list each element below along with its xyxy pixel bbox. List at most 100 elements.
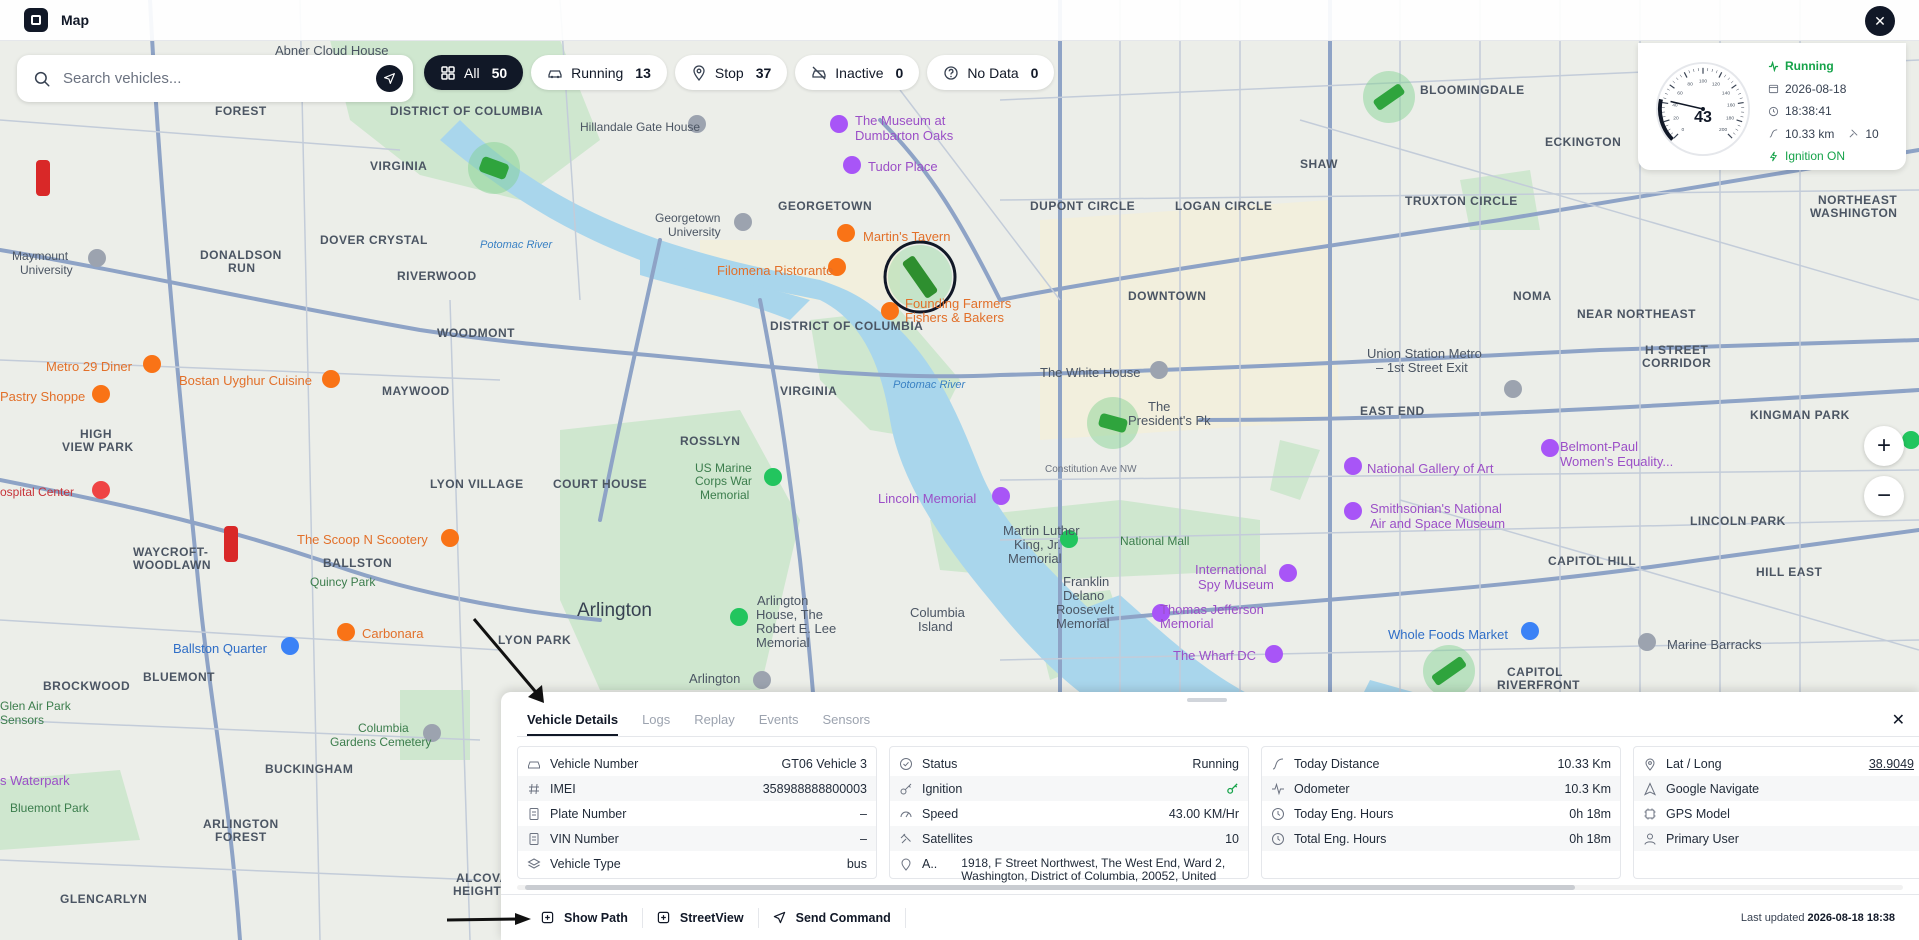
activity-icon <box>1272 782 1284 795</box>
panel-tabs: Vehicle Details Logs Replay Events Senso… <box>527 712 870 736</box>
horizontal-scrollbar[interactable] <box>517 885 1903 890</box>
lat-long-link[interactable]: 38.9049 <box>1869 757 1914 771</box>
question-icon <box>944 65 958 80</box>
document-icon <box>529 832 539 845</box>
show-path-label: Show Path <box>564 910 628 925</box>
tab-sensors[interactable]: Sensors <box>822 712 870 736</box>
lightning-icon <box>1769 151 1778 162</box>
plus-icon: + <box>1876 432 1891 459</box>
detail-key: VIN Number <box>550 831 619 846</box>
vehicle-search-box <box>17 55 413 102</box>
detail-key: GPS Model <box>1666 806 1730 821</box>
status-card: Status Running Ignition Speed 43.00 KM/Hr … <box>889 746 1249 883</box>
distance-satellite-row: 10.33 km 10 <box>1768 123 1879 146</box>
calendar-icon <box>1768 85 1779 94</box>
panel-footer: Show Path StreetView Send Command Last u… <box>501 894 1919 940</box>
detail-value: – <box>860 831 867 846</box>
filter-chip-stop[interactable]: Stop 37 <box>674 55 788 90</box>
detail-key: Lat / Long <box>1666 756 1722 771</box>
last-updated-label: Last updated <box>1740 911 1805 924</box>
detail-key: Vehicle Type <box>550 856 621 871</box>
check-circle-icon <box>900 757 912 770</box>
show-path-button[interactable]: Show Path <box>541 907 643 928</box>
status-row: Running <box>1768 55 1879 78</box>
time-row: 18:38:41 <box>1768 100 1879 123</box>
distance-text: 10.33 km <box>1785 126 1835 141</box>
tab-logs[interactable]: Logs <box>642 712 670 736</box>
filter-label: All <box>464 64 480 81</box>
detail-row: IMEI 358988888800003 <box>518 776 876 801</box>
send-icon <box>773 911 785 924</box>
speed-value: 43 <box>1694 109 1712 126</box>
search-input[interactable] <box>63 70 376 87</box>
detail-key: Satellites <box>922 831 973 846</box>
hash-icon <box>529 783 539 794</box>
gauge-tick-label: 120 <box>1712 82 1720 88</box>
detail-row: Total Eng. Hours 0h 18m <box>1262 826 1620 851</box>
detail-key: Plate Number <box>550 806 627 821</box>
detail-key: Today Eng. Hours <box>1294 806 1394 821</box>
send-command-label: Send Command <box>795 910 891 925</box>
detail-row: Speed 43.00 KM/Hr <box>890 801 1248 826</box>
zoom-out-button[interactable]: − <box>1864 476 1904 516</box>
satellite-count: 10 <box>1865 126 1879 141</box>
car-icon <box>528 761 540 768</box>
detail-key: Primary User <box>1666 831 1739 846</box>
gauge-icon <box>900 811 912 817</box>
street-view-button[interactable]: StreetView <box>657 907 759 928</box>
user-icon <box>1644 833 1656 845</box>
filter-count: 37 <box>755 64 772 81</box>
address-value: 1918, F Street Northwest, The West End, … <box>961 856 1226 883</box>
filter-count: 50 <box>491 64 508 81</box>
detail-row: Satellites 10 <box>890 826 1248 851</box>
filter-chip-no-data[interactable]: No Data 0 <box>927 55 1055 90</box>
tab-replay[interactable]: Replay <box>694 712 734 736</box>
time-text: 18:38:41 <box>1785 104 1832 119</box>
satellite-icon <box>1849 129 1858 138</box>
ignition-key-on-icon <box>1227 783 1238 794</box>
filter-chip-inactive[interactable]: Inactive 0 <box>795 55 920 90</box>
document-icon <box>529 807 539 820</box>
filter-count: 13 <box>635 64 651 81</box>
detail-row: Lat / Long 38.9049 <box>1634 751 1919 776</box>
tab-events[interactable]: Events <box>759 712 799 736</box>
live-speed-card: 0 20 40 60 80 100 120 140 160 180 200 43 Running 2… <box>1638 43 1906 170</box>
filter-chip-running[interactable]: Running 13 <box>531 55 667 90</box>
close-panel-icon[interactable]: ✕ <box>1892 710 1905 730</box>
filter-label: No Data <box>967 64 1019 81</box>
detail-key: Vehicle Number <box>550 756 639 771</box>
detail-key: Odometer <box>1294 781 1350 796</box>
app-header: Map ✕ <box>0 0 1919 41</box>
detail-key: Total Eng. Hours <box>1294 831 1387 846</box>
zoom-in-button[interactable]: + <box>1864 426 1904 466</box>
panel-resize-handle[interactable] <box>1187 698 1227 702</box>
status-text: Running <box>1785 59 1834 74</box>
filter-chip-all[interactable]: All 50 <box>424 55 524 90</box>
page-title: Map <box>61 12 89 28</box>
gauge-tick-label: 0 <box>1682 127 1685 133</box>
date-row: 2026-08-18 <box>1768 78 1879 101</box>
filter-label: Stop <box>714 64 744 81</box>
detail-value: GT06 Vehicle 3 <box>781 756 867 771</box>
detail-value: Running <box>1192 756 1239 771</box>
detail-row: VIN Number – <box>518 826 876 851</box>
detail-value: 10 <box>1225 831 1239 846</box>
satellite-icon <box>900 833 911 843</box>
filter-count: 0 <box>895 64 904 81</box>
tab-vehicle-details[interactable]: Vehicle Details <box>527 712 619 736</box>
car-icon <box>548 69 562 78</box>
route-icon <box>1272 758 1284 769</box>
send-command-button[interactable]: Send Command <box>773 907 906 928</box>
identity-card: Vehicle Number GT06 Vehicle 3 IMEI 3589888… <box>517 746 877 879</box>
detail-row[interactable]: Google Navigate <box>1634 776 1919 801</box>
detail-key: IMEI <box>550 781 576 796</box>
close-icon[interactable]: ✕ <box>1865 6 1895 36</box>
chip-icon <box>1644 808 1656 819</box>
detail-row: Vehicle Number GT06 Vehicle 3 <box>518 751 876 776</box>
detail-row: Vehicle Type bus <box>518 851 876 876</box>
pin-icon <box>901 858 911 871</box>
navigate-icon <box>1643 781 1657 796</box>
locate-button[interactable] <box>376 65 403 92</box>
date-text: 2026-08-18 <box>1785 81 1847 96</box>
tab-divider <box>517 736 1919 737</box>
